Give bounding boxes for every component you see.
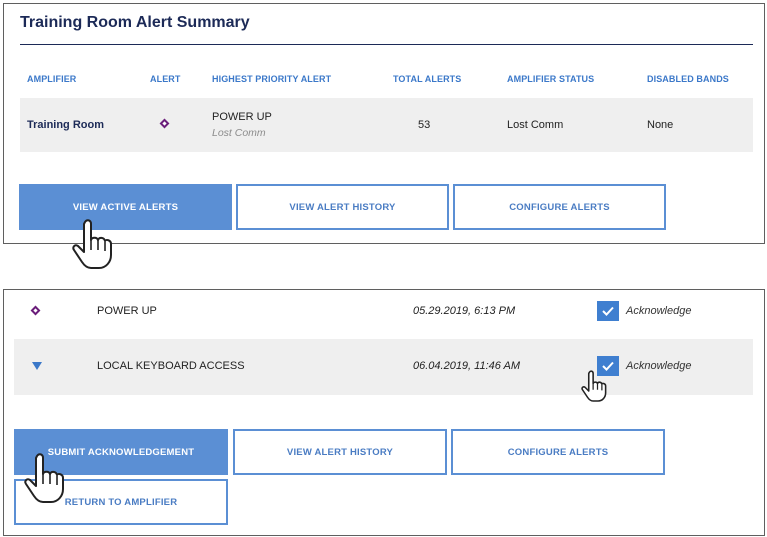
highest-alert-name: POWER UP xyxy=(212,111,272,123)
column-header-alert: ALERT xyxy=(150,74,181,84)
amplifier-status-value: Lost Comm xyxy=(507,119,564,131)
diamond-icon xyxy=(159,118,170,129)
disabled-bands-value: None xyxy=(647,119,674,131)
amplifier-name: Training Room xyxy=(27,119,104,131)
column-header-disabled-bands: DISABLED BANDS xyxy=(647,74,729,84)
table-row[interactable]: Training Room POWER UP Lost Comm 53 Lost… xyxy=(20,98,753,152)
page-title: Training Room Alert Summary xyxy=(20,14,250,31)
alert-summary-panel: Training Room Alert Summary AMPLIFIER AL… xyxy=(3,3,765,244)
alert-time: 06.04.2019, 11:46 AM xyxy=(413,360,521,372)
column-header-total-alerts: TOTAL ALERTS xyxy=(393,74,462,84)
triangle-down-icon xyxy=(32,362,42,370)
view-alert-history-button[interactable]: VIEW ALERT HISTORY xyxy=(233,429,447,475)
column-header-amplifier-status: AMPLIFIER STATUS xyxy=(507,74,595,84)
acknowledge-checkbox[interactable] xyxy=(597,301,619,321)
acknowledge-label: Acknowledge xyxy=(626,305,692,317)
view-alert-history-button[interactable]: VIEW ALERT HISTORY xyxy=(236,184,449,230)
alert-name: POWER UP xyxy=(97,305,157,317)
view-active-alerts-button[interactable]: VIEW ACTIVE ALERTS xyxy=(19,184,232,230)
alert-list-panel: POWER UP 05.29.2019, 6:13 PM Acknowledge… xyxy=(3,289,765,536)
alert-time: 05.29.2019, 6:13 PM xyxy=(413,305,516,317)
title-divider xyxy=(20,44,753,45)
hand-pointer-icon xyxy=(72,219,112,269)
hand-pointer-icon xyxy=(581,370,607,402)
highest-alert-sub: Lost Comm xyxy=(212,127,266,139)
configure-alerts-button[interactable]: CONFIGURE ALERTS xyxy=(451,429,665,475)
column-header-amplifier: AMPLIFIER xyxy=(27,74,77,84)
list-item[interactable]: LOCAL KEYBOARD ACCESS 06.04.2019, 11:46 … xyxy=(14,339,753,395)
hand-pointer-icon xyxy=(24,453,64,503)
checkmark-icon xyxy=(602,306,614,316)
acknowledge-label: Acknowledge xyxy=(626,360,692,372)
column-header-highest-priority: HIGHEST PRIORITY ALERT xyxy=(212,74,332,84)
alert-name: LOCAL KEYBOARD ACCESS xyxy=(97,360,245,372)
diamond-icon xyxy=(30,305,41,316)
configure-alerts-button[interactable]: CONFIGURE ALERTS xyxy=(453,184,666,230)
total-alerts-value: 53 xyxy=(418,119,431,131)
